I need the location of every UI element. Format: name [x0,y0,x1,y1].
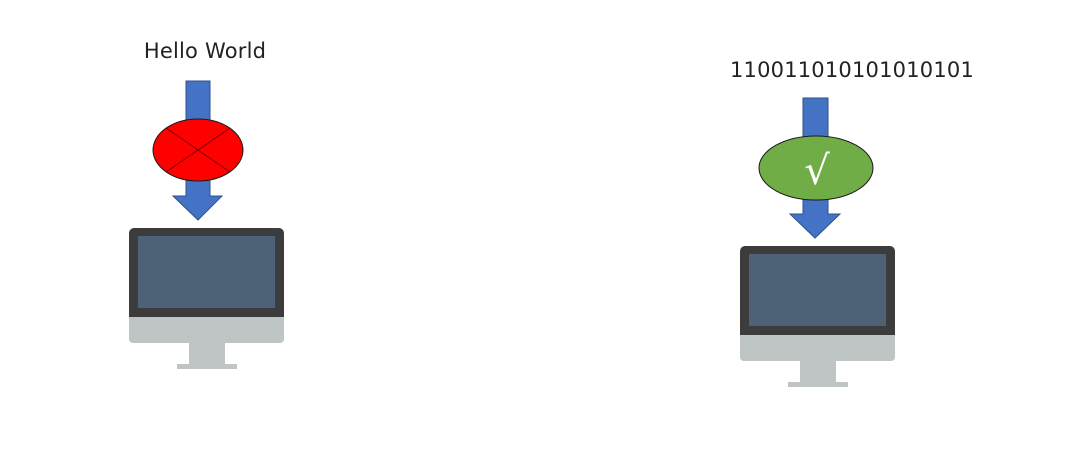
right-computer-monitor-icon [740,246,895,387]
check-mark-symbol: √ [804,148,830,194]
left-scene [129,80,284,369]
diagram-canvas: Hello World 110011010101010101 √ [0,0,1089,465]
diagram-svg: √ [129,80,895,387]
right-scene: √ [740,97,895,387]
check-mark-icon: √ [758,135,874,201]
left-computer-monitor-icon [129,228,284,369]
x-mark-icon [152,118,244,182]
